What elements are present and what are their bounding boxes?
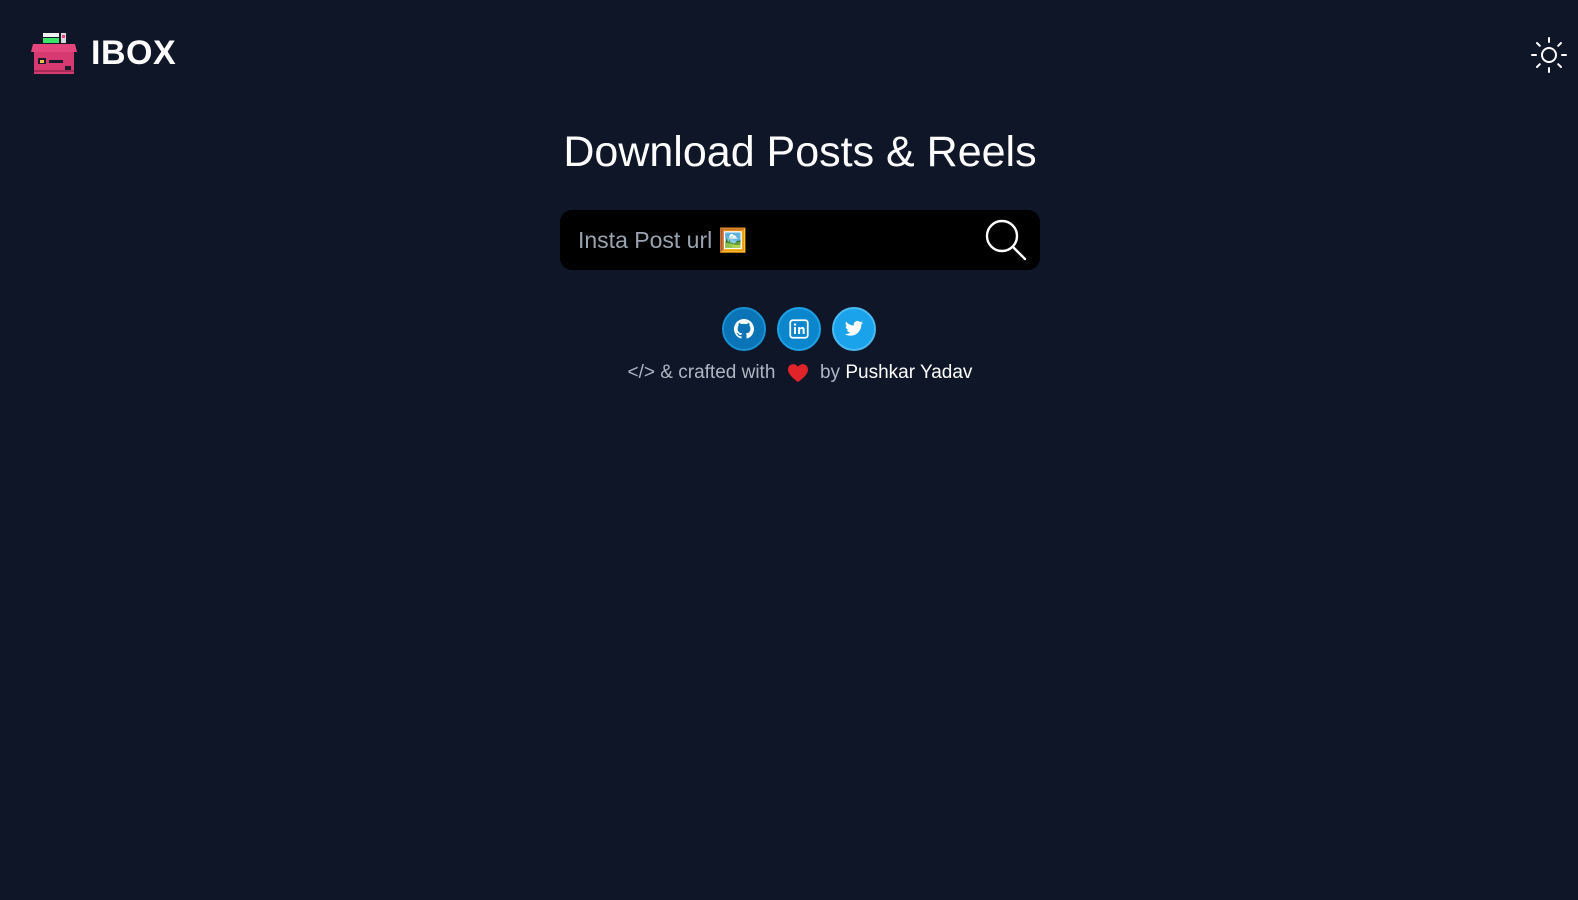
heart-icon bbox=[787, 364, 808, 383]
store-box-icon bbox=[31, 33, 77, 74]
linkedin-icon bbox=[789, 319, 809, 339]
twitter-icon bbox=[844, 320, 864, 336]
search-button[interactable] bbox=[982, 216, 1030, 264]
credits-by: by bbox=[819, 362, 841, 383]
twitter-link[interactable] bbox=[832, 307, 876, 351]
social-links bbox=[722, 307, 876, 351]
credits-line: </> & crafted with by Pushkar Yadav bbox=[0, 362, 1578, 384]
github-link[interactable] bbox=[722, 307, 766, 351]
brand-name: IBOX bbox=[91, 33, 177, 72]
search-bar bbox=[560, 210, 1040, 270]
sun-icon bbox=[1531, 37, 1567, 73]
header: IBOX bbox=[0, 0, 1578, 110]
search-icon bbox=[985, 219, 1027, 261]
credits-prefix: </> & crafted with bbox=[627, 362, 776, 383]
github-icon bbox=[734, 319, 754, 339]
linkedin-link[interactable] bbox=[777, 307, 821, 351]
author-link[interactable]: Pushkar Yadav bbox=[845, 362, 972, 383]
theme-toggle-button[interactable] bbox=[1530, 36, 1568, 74]
post-url-input[interactable] bbox=[560, 210, 970, 270]
brand-logo[interactable]: IBOX bbox=[31, 30, 176, 76]
page-title: Download Posts & Reels bbox=[563, 128, 1037, 176]
